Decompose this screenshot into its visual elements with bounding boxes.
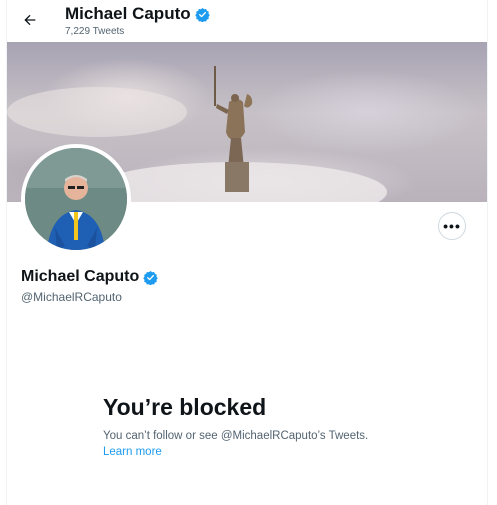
arrow-left-icon bbox=[24, 14, 36, 26]
blocked-message: You can’t follow or see @MichaelRCaputo’… bbox=[103, 430, 369, 442]
more-options-button[interactable]: ••• bbox=[438, 212, 466, 240]
verified-badge-icon bbox=[143, 270, 158, 285]
profile-header: Michael Caputo 7,229 Tweets bbox=[7, 0, 487, 42]
profile-name-row: Michael Caputo bbox=[21, 268, 158, 286]
more-horizontal-icon: ••• bbox=[443, 218, 461, 234]
profile-handle: @MichaelRCaputo bbox=[21, 290, 122, 304]
header-name-row: Michael Caputo bbox=[65, 4, 210, 24]
profile-avatar[interactable] bbox=[21, 144, 131, 254]
header-name: Michael Caputo bbox=[65, 4, 191, 23]
learn-more-link[interactable]: Learn more bbox=[103, 446, 162, 458]
blocked-title: You’re blocked bbox=[103, 394, 267, 420]
verified-badge-icon bbox=[194, 7, 210, 22]
profile-display-name: Michael Caputo bbox=[21, 268, 140, 285]
back-button[interactable] bbox=[19, 9, 41, 31]
avatar-photo bbox=[25, 148, 127, 250]
profile-column: Michael Caputo 7,229 Tweets ••• Michael … bbox=[6, 0, 488, 505]
tweet-count: 7,229 Tweets bbox=[65, 26, 125, 37]
avatar-image bbox=[25, 148, 127, 250]
